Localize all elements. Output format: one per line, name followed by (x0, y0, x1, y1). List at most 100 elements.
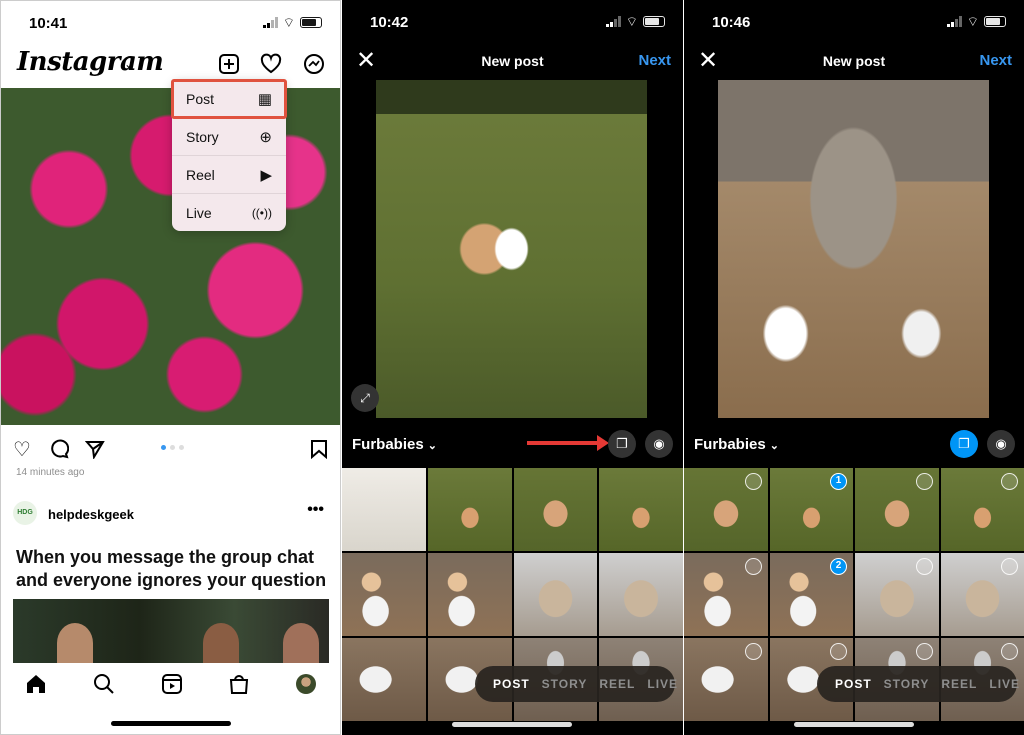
username[interactable]: helpdeskgeek (48, 507, 134, 522)
select-circle[interactable] (744, 558, 762, 575)
shop-icon[interactable] (228, 673, 250, 695)
home-indicator[interactable] (111, 721, 231, 726)
select-circle[interactable] (1001, 643, 1018, 660)
page-title: New post (481, 53, 544, 69)
photo-thumbnail-selected[interactable]: 1 (769, 468, 853, 551)
next-button[interactable]: Next (638, 52, 671, 69)
menu-item-reel[interactable]: Reel ▶ (172, 156, 286, 194)
post-author: HDG helpdeskgeek ••• (13, 501, 328, 527)
select-circle[interactable] (744, 473, 762, 490)
status-time: 10:41 (29, 15, 68, 32)
mode-story[interactable]: STORY (542, 677, 588, 691)
post-image-meme[interactable] (13, 599, 329, 663)
photo-thumbnail[interactable] (427, 553, 512, 636)
photo-thumbnail[interactable] (427, 468, 512, 551)
post-image-bougainvillea[interactable] (1, 88, 340, 425)
comment-icon[interactable] (49, 439, 69, 459)
home-indicator[interactable] (452, 722, 572, 727)
reel-icon: ▶ (260, 166, 272, 184)
wifi-icon: ⌔ (966, 14, 979, 29)
mode-post[interactable]: POST (835, 677, 872, 691)
select-circle[interactable] (744, 643, 762, 660)
menu-item-live[interactable]: Live ((•)) (172, 194, 286, 232)
reels-icon[interactable] (161, 673, 183, 695)
mode-live[interactable]: LIVE (989, 677, 1020, 691)
chevron-down-icon: ⌄ (427, 440, 437, 452)
photo-thumbnail[interactable] (599, 468, 683, 551)
mode-switcher: POST STORY REEL LIVE (475, 666, 678, 702)
photo-thumbnail[interactable] (684, 553, 768, 636)
share-icon[interactable] (85, 439, 105, 459)
signal-icon (262, 17, 278, 28)
search-icon[interactable] (93, 673, 115, 695)
profile-avatar[interactable] (296, 674, 316, 694)
expand-icon[interactable]: ⤢ (351, 384, 379, 412)
selection-badge[interactable]: 1 (830, 473, 847, 490)
battery-icon (300, 17, 322, 28)
status-icons: ⌔ (946, 14, 1006, 29)
instagram-logo[interactable]: Instagram (17, 47, 164, 77)
next-button[interactable]: Next (979, 52, 1012, 69)
select-circle[interactable] (830, 643, 847, 660)
photo-thumbnail[interactable] (684, 468, 768, 551)
select-circle[interactable] (915, 643, 933, 660)
status-time: 10:46 (712, 14, 751, 31)
photo-thumbnail[interactable] (855, 468, 939, 551)
multi-select-button-active[interactable]: ❐ (950, 430, 978, 458)
photo-thumbnail[interactable] (940, 553, 1024, 636)
heart-icon[interactable] (260, 53, 282, 75)
messenger-icon[interactable] (303, 53, 325, 75)
photo-thumbnail[interactable] (940, 468, 1024, 551)
avatar[interactable]: HDG (13, 501, 37, 525)
story-add-icon: ⊕ (259, 128, 272, 146)
photo-thumbnail[interactable] (855, 553, 939, 636)
photo-thumbnail[interactable] (513, 553, 598, 636)
photo-thumbnail[interactable] (342, 468, 426, 551)
home-icon[interactable] (25, 673, 47, 695)
photo-thumbnail[interactable] (342, 553, 426, 636)
mode-post[interactable]: POST (493, 677, 530, 691)
mode-reel[interactable]: REEL (941, 677, 977, 691)
annotation-arrow (527, 435, 609, 451)
create-post-icon[interactable] (218, 53, 240, 75)
selected-photo-preview[interactable] (376, 80, 647, 418)
status-bar: 10:42 ⌔ (342, 12, 683, 32)
status-icons: ⌔ (605, 15, 665, 28)
home-indicator[interactable] (794, 722, 914, 727)
feed-header: Instagram ⌄ (1, 45, 340, 85)
photo-thumbnail[interactable] (684, 638, 768, 721)
mode-story[interactable]: STORY (884, 677, 930, 691)
chevron-down-icon[interactable]: ⌄ (124, 57, 134, 71)
bookmark-icon[interactable] (310, 439, 328, 459)
album-selector[interactable]: Furbabies ⌄ (694, 436, 779, 453)
camera-icon[interactable]: ◉ (987, 430, 1015, 458)
more-options-icon[interactable]: ••• (307, 501, 324, 519)
select-circle[interactable] (915, 473, 933, 490)
selected-photo-preview[interactable] (718, 80, 989, 418)
photo-thumbnail-selected[interactable]: 2 (769, 553, 853, 636)
photo-thumbnail[interactable] (513, 468, 598, 551)
bottom-tab-bar (1, 669, 340, 699)
mode-reel[interactable]: REEL (599, 677, 635, 691)
status-icons: ⌔ (262, 16, 322, 29)
post-caption: When you message the group chat and ever… (16, 547, 327, 590)
status-bar: 10:41 ⌔ (1, 13, 340, 33)
menu-item-story[interactable]: Story ⊕ (172, 118, 286, 156)
post-timestamp: 14 minutes ago (16, 467, 85, 478)
selection-badge[interactable]: 2 (830, 558, 847, 575)
instagram-feed-screen: 10:41 ⌔ Instagram ⌄ Post ▦ Story ⊕ Reel ▶ L… (0, 0, 341, 735)
status-bar: 10:46 ⌔ (684, 12, 1024, 32)
menu-item-post[interactable]: Post ▦ (171, 79, 287, 119)
multi-select-button[interactable]: ❐ (608, 430, 636, 458)
select-circle[interactable] (915, 558, 933, 575)
select-circle[interactable] (1001, 473, 1018, 490)
camera-icon[interactable]: ◉ (645, 430, 673, 458)
mode-live[interactable]: LIVE (647, 677, 678, 691)
photo-thumbnail[interactable] (342, 638, 426, 721)
signal-icon (605, 16, 621, 27)
select-circle[interactable] (1001, 558, 1018, 575)
like-icon[interactable]: ♡ (13, 437, 31, 462)
photo-thumbnail[interactable] (599, 553, 683, 636)
album-selector[interactable]: Furbabies ⌄ (352, 436, 437, 453)
mode-switcher: POST STORY REEL LIVE (817, 666, 1020, 702)
